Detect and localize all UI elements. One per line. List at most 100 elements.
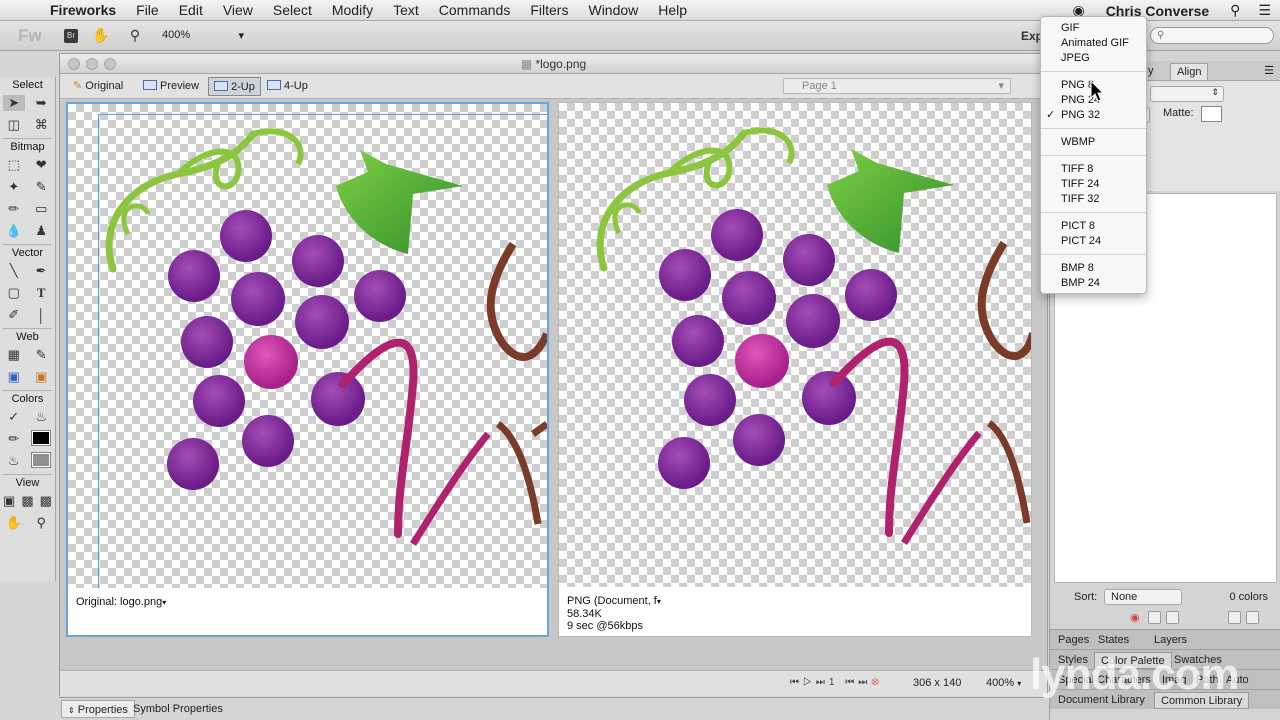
menu-item-wbmp[interactable]: WBMP	[1061, 135, 1095, 150]
hide-slices-icon[interactable]: ▣	[3, 369, 25, 385]
menu-window[interactable]: Window	[578, 2, 648, 18]
panel-menu-icon[interactable]: ☰	[1264, 64, 1274, 77]
optimized-info[interactable]: PNG (Document, f▾ 58.34K 9 sec @56kbps	[567, 595, 661, 632]
fill-color-icon[interactable]: ♨	[3, 453, 25, 469]
previous-state-icon[interactable]: ⏮	[845, 677, 858, 688]
magic-wand-tool-icon[interactable]: ✦	[3, 179, 25, 195]
bridge-button[interactable]: Br	[64, 28, 78, 43]
brush-tool-icon[interactable]: ✎	[30, 179, 52, 195]
play-icon[interactable]: ▷	[803, 677, 816, 688]
menu-item-bmp-24[interactable]: BMP 24	[1061, 276, 1100, 291]
menu-item-gif[interactable]: GIF	[1061, 21, 1079, 36]
tab-symbol-properties[interactable]: Symbol Properties	[127, 700, 229, 718]
close-window-icon[interactable]	[68, 58, 80, 70]
stroke-color-swatch[interactable]	[30, 429, 52, 448]
zoom-window-icon[interactable]	[104, 58, 116, 70]
text-tool-icon[interactable]: T	[30, 285, 52, 301]
menu-app-name[interactable]: Fireworks	[46, 2, 126, 18]
tab-2-up[interactable]: 2-Up	[208, 77, 261, 96]
matte-color-swatch[interactable]	[1201, 106, 1222, 122]
document-zoom-select[interactable]: 400% ▾	[986, 677, 1021, 689]
pencil-tool-icon[interactable]: ✏	[3, 201, 25, 217]
pointer-tool-icon[interactable]: ➤	[2, 95, 25, 111]
zoom-tool-icon[interactable]: ⚲	[124, 27, 146, 44]
state-navigation[interactable]: ⏮▷⏭1 ⏮⏭⊗	[790, 677, 883, 688]
rubber-stamp-tool-icon[interactable]: ♟	[30, 223, 52, 239]
first-state-icon[interactable]: ⏮	[790, 677, 803, 688]
sort-select[interactable]: None	[1104, 589, 1182, 605]
menu-file[interactable]: File	[126, 2, 169, 18]
menu-item-tiff-24[interactable]: TIFF 24	[1061, 177, 1100, 192]
page-select[interactable]: Page 1 ▾	[783, 78, 1011, 94]
slice-tool-icon[interactable]: ✎	[30, 347, 52, 363]
menu-edit[interactable]: Edit	[169, 2, 213, 18]
menu-select[interactable]: Select	[263, 2, 322, 18]
next-state-icon[interactable]: ⏭	[816, 677, 829, 688]
tab-properties[interactable]: ⇕ Properties	[61, 700, 135, 718]
menu-commands[interactable]: Commands	[429, 2, 521, 18]
zoom-select[interactable]: 400% ▾	[162, 29, 244, 42]
hotspot-tool-icon[interactable]: ▦	[3, 347, 25, 363]
lasso-tool-icon[interactable]: ❤	[30, 157, 52, 173]
tab-original[interactable]: ✎ Original	[68, 77, 128, 96]
tab-preview[interactable]: Preview	[138, 77, 204, 96]
knife-tool-icon[interactable]: │	[30, 308, 52, 323]
menu-text[interactable]: Text	[383, 2, 429, 18]
menu-item-tiff-32[interactable]: TIFF 32	[1061, 192, 1100, 207]
zoom-view-tool-icon[interactable]: ⚲	[30, 515, 52, 531]
hand-tool-icon[interactable]: ✋	[90, 27, 112, 44]
blur-tool-icon[interactable]: 💧	[3, 223, 25, 239]
optimized-preview-pane[interactable]: PNG (Document, f▾ 58.34K 9 sec @56kbps	[558, 102, 1032, 637]
paint-bucket-tool-icon[interactable]: ♨	[30, 409, 52, 425]
menu-view[interactable]: View	[213, 2, 263, 18]
tab-states[interactable]: States	[1092, 632, 1135, 649]
original-preview-pane[interactable]: Original: logo.png▾	[66, 102, 549, 637]
original-info[interactable]: Original: logo.png▾	[76, 596, 166, 609]
stroke-color-icon[interactable]: ✏	[3, 431, 25, 447]
full-screen-menu-mode-icon[interactable]: ▩	[18, 493, 36, 509]
menu-item-jpeg[interactable]: JPEG	[1061, 51, 1090, 66]
rectangle-tool-icon[interactable]: ▢	[3, 285, 25, 301]
menu-filters[interactable]: Filters	[520, 2, 578, 18]
minimize-window-icon[interactable]	[86, 58, 98, 70]
last-state-icon[interactable]: ⏭	[858, 677, 871, 688]
menu-item-pict-24[interactable]: PICT 24	[1061, 234, 1101, 249]
eyedropper-tool-icon[interactable]: ✓	[3, 409, 25, 425]
menu-item-tiff-8[interactable]: TIFF 8	[1061, 162, 1093, 177]
freeform-tool-icon[interactable]: ✐	[3, 307, 25, 323]
menu-item-animated-gif[interactable]: Animated GIF	[1061, 36, 1129, 51]
standard-screen-mode-icon[interactable]: ▣	[0, 493, 18, 509]
fill-color-swatch[interactable]	[30, 451, 52, 470]
export-format-select[interactable]: ⇕	[1150, 86, 1224, 102]
tab-align[interactable]: Align	[1170, 63, 1209, 80]
lock-color-icon[interactable]	[1148, 611, 1161, 624]
pen-tool-icon[interactable]: ✒	[30, 263, 52, 279]
full-screen-mode-icon[interactable]: ▩	[37, 493, 55, 509]
tab-layers[interactable]: Layers	[1148, 632, 1193, 649]
notification-list-icon[interactable]: ☰	[1249, 2, 1280, 19]
document-window: ▦ *logo.png ✎ Original Preview 2-Up 4-Up…	[59, 53, 1048, 696]
tab-4-up[interactable]: 4-Up	[262, 77, 313, 96]
delete-color-icon[interactable]	[1246, 611, 1259, 624]
snap-to-web-safe-icon[interactable]	[1166, 611, 1179, 624]
marquee-tool-icon[interactable]: ⬚	[3, 157, 25, 173]
hand-view-tool-icon[interactable]: ✋	[3, 515, 25, 531]
menu-item-bmp-8[interactable]: BMP 8	[1061, 261, 1094, 276]
show-slices-icon[interactable]: ▣	[30, 369, 52, 385]
color-wheel-icon[interactable]: ◉	[1130, 611, 1140, 624]
tab-pages[interactable]: Pages	[1052, 632, 1095, 649]
stop-icon[interactable]: ⊗	[871, 677, 883, 688]
eraser-tool-icon[interactable]: ▭	[30, 201, 52, 217]
search-input[interactable]: ⚲	[1150, 27, 1274, 44]
spotlight-search-icon[interactable]: ⚲	[1221, 2, 1249, 19]
menu-item-png-32[interactable]: PNG 32	[1061, 108, 1100, 123]
pencil-icon: ✎	[73, 80, 83, 92]
line-tool-icon[interactable]: ╲	[3, 263, 25, 279]
add-color-icon[interactable]	[1228, 611, 1241, 624]
menu-item-pict-8[interactable]: PICT 8	[1061, 219, 1095, 234]
crop-tool-icon[interactable]: ⌘	[30, 117, 52, 133]
menu-help[interactable]: Help	[648, 2, 697, 18]
subselect-tool-icon[interactable]: ➥	[30, 95, 52, 111]
scale-tool-icon[interactable]: ◫	[3, 117, 25, 133]
menu-modify[interactable]: Modify	[322, 2, 383, 18]
